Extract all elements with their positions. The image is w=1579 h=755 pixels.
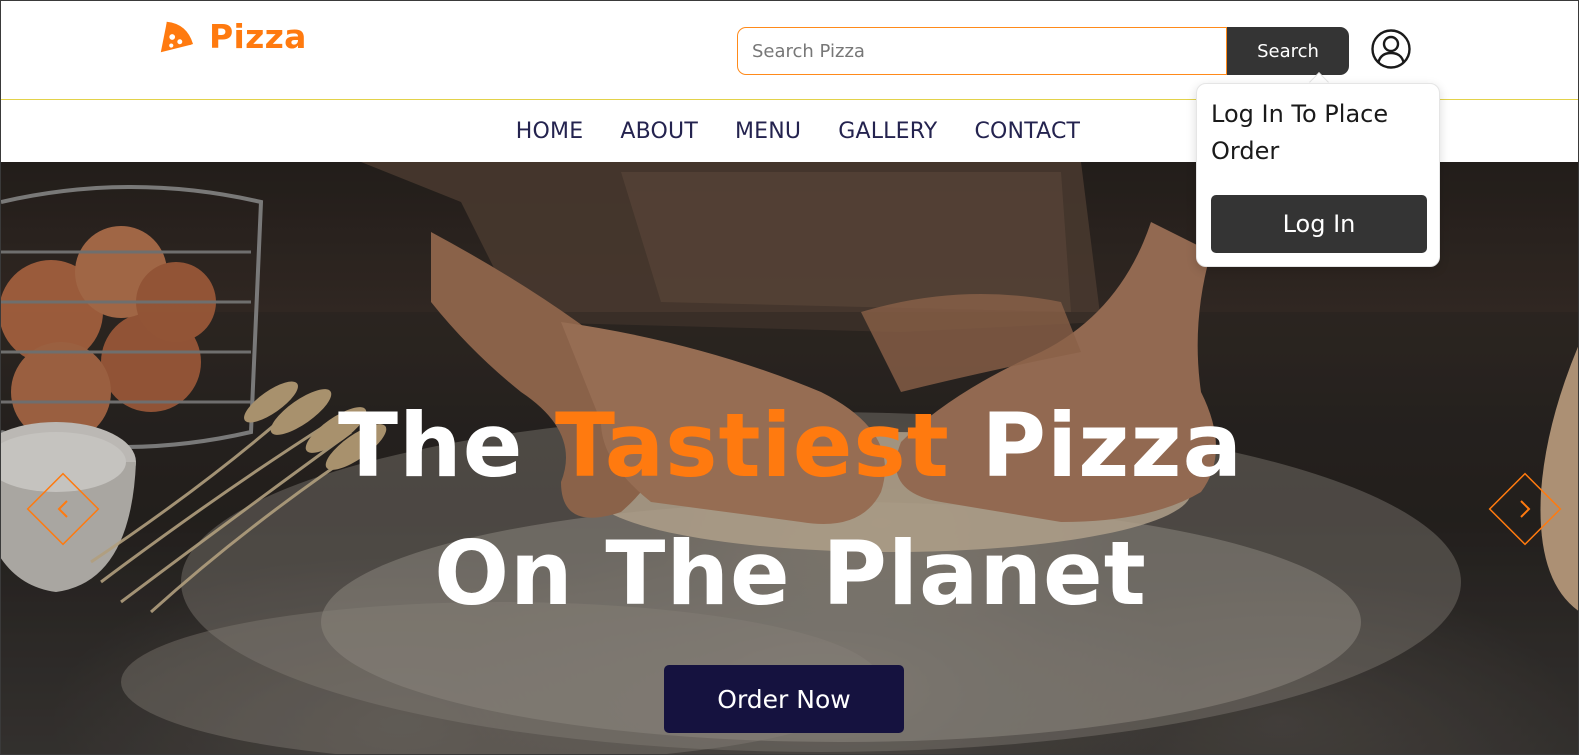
nav-item-menu[interactable]: MENU: [735, 119, 801, 144]
hero-title-word1: The: [338, 394, 556, 497]
order-now-button[interactable]: Order Now: [664, 665, 904, 733]
hero-title-word2: Pizza: [949, 394, 1243, 497]
chevron-right-icon[interactable]: [1482, 466, 1568, 552]
chevron-left-icon[interactable]: [20, 466, 106, 552]
nav-item-gallery[interactable]: GALLERY: [838, 119, 937, 144]
page-frame: Pizza Search HOME ABOUT MENU GALLERY CON…: [0, 0, 1579, 755]
search-input[interactable]: [737, 27, 1227, 75]
hero-title: The Tastiest Pizza On The Planet: [1, 382, 1578, 638]
nav-item-home[interactable]: HOME: [516, 119, 584, 144]
login-button[interactable]: Log In: [1211, 195, 1427, 253]
login-prompt-text: Log In To Place Order: [1211, 100, 1389, 165]
nav-item-about[interactable]: ABOUT: [620, 119, 698, 144]
search-button[interactable]: Search: [1227, 27, 1349, 75]
user-circle-icon[interactable]: [1370, 28, 1412, 70]
nav-item-contact[interactable]: CONTACT: [974, 119, 1080, 144]
logo[interactable]: Pizza: [157, 17, 307, 56]
logo-text: Pizza: [209, 17, 307, 56]
search-bar: Search: [737, 27, 1349, 75]
hero-title-line1: The Tastiest Pizza: [1, 382, 1578, 510]
login-popover: Log In To Place Order Log In: [1196, 83, 1440, 267]
pizza-slice-icon: [160, 21, 194, 52]
hero-title-line2: On The Planet: [434, 522, 1147, 625]
hero-title-accent: Tastiest: [555, 394, 950, 497]
